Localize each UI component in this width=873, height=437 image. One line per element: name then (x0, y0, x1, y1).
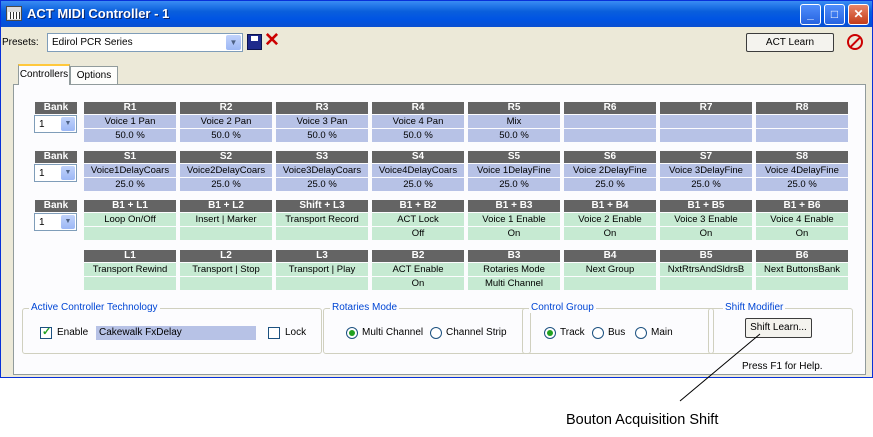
callout-label: Bouton Acquisition Shift (566, 412, 719, 428)
callout-leader-line (679, 333, 761, 402)
tab-controllers[interactable]: Controllers (18, 64, 70, 85)
